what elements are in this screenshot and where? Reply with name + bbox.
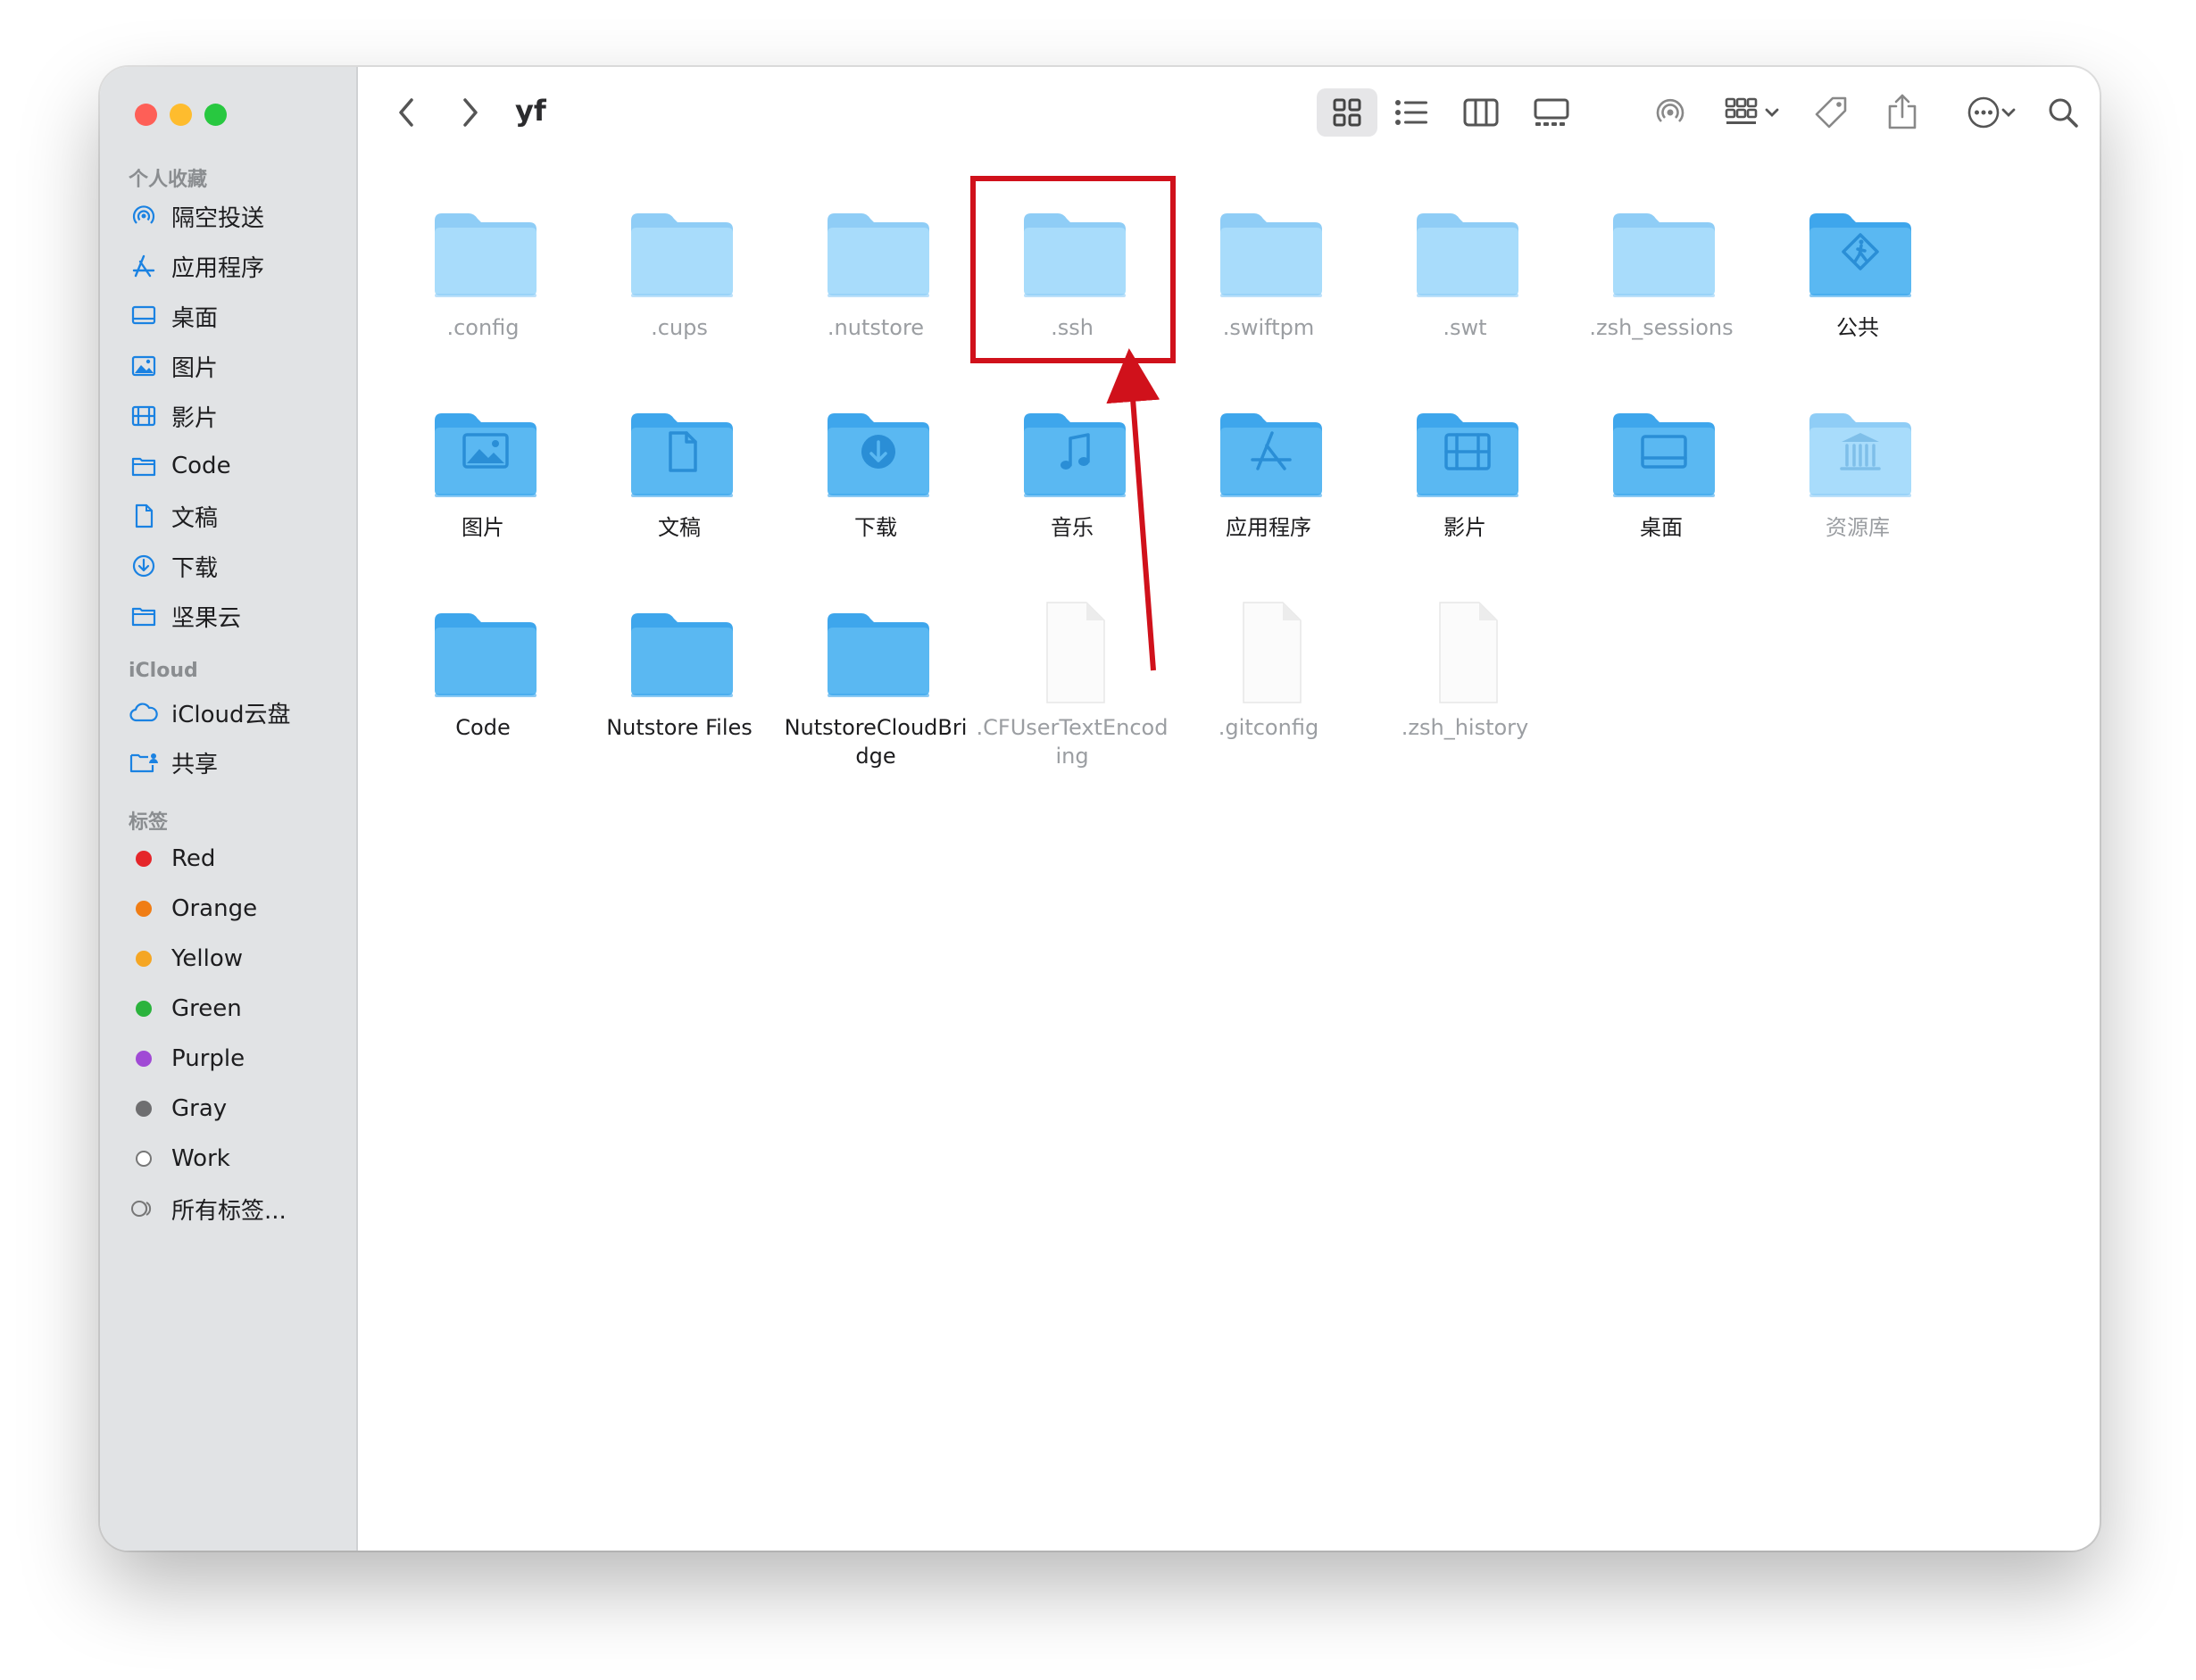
- finder-window: 个人收藏 隔空投送 应用程序 桌面 图片 影片 Code 文稿 下载 坚果云 iCloud iClou…: [100, 67, 2100, 1551]
- annotation-arrow: [1106, 348, 1160, 671]
